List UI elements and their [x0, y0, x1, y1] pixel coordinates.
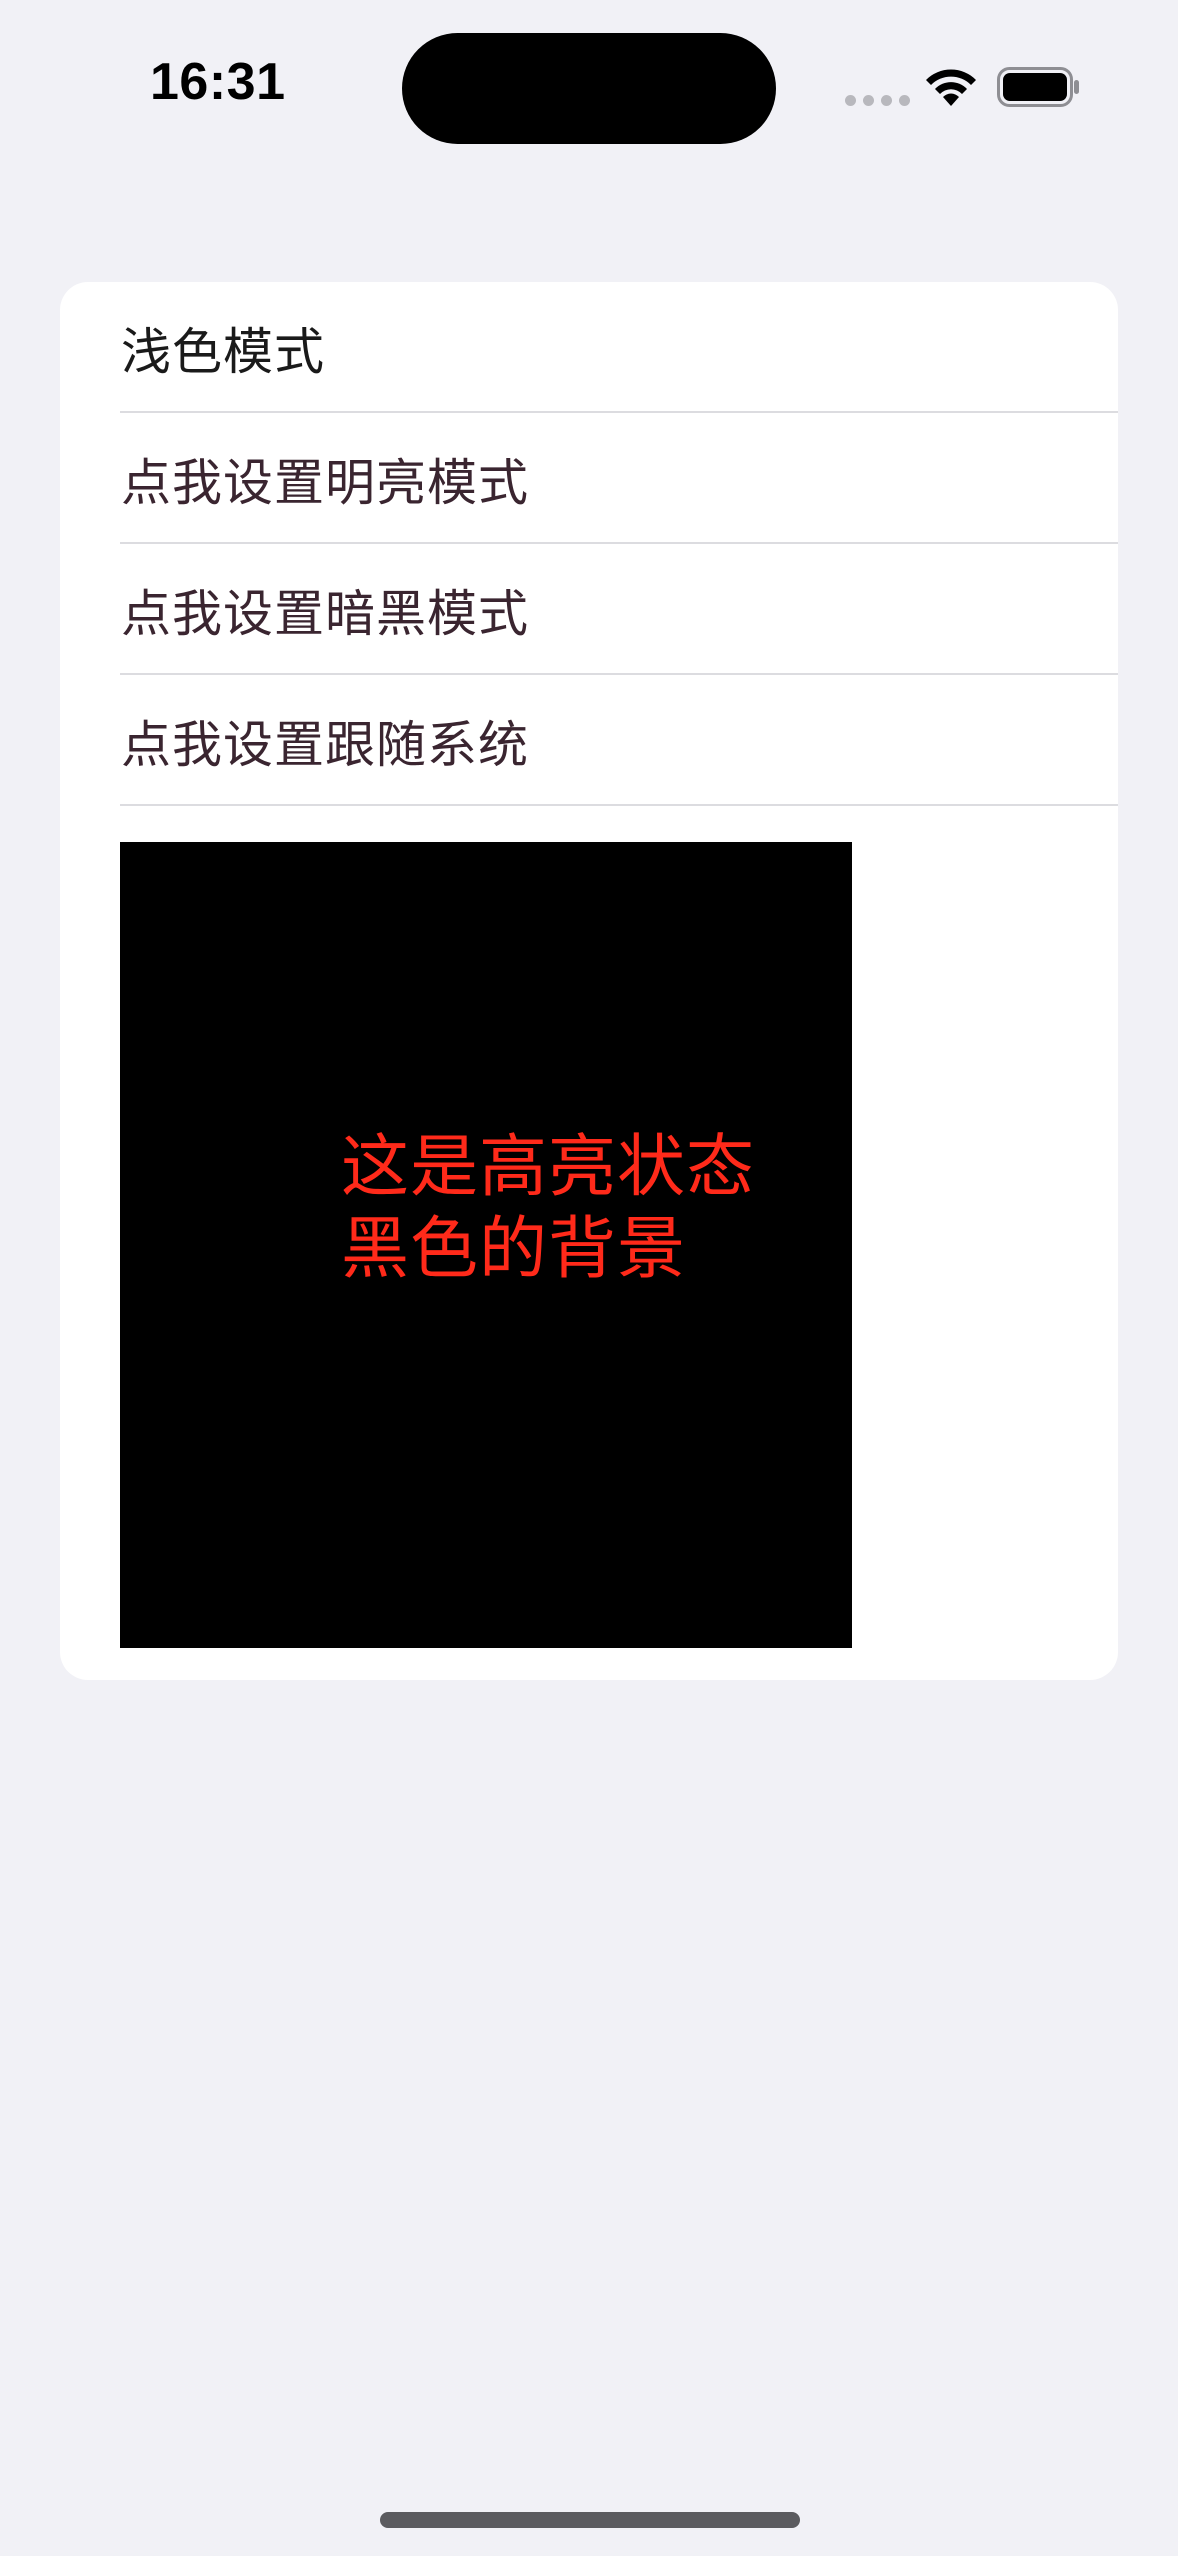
- signal-dots-icon: [845, 95, 910, 106]
- section-header-row: 浅色模式: [60, 282, 1118, 413]
- section-header-label: 浅色模式: [121, 322, 325, 381]
- theme-preview-text: 这是高亮状态 黑色的背景: [341, 1127, 821, 1291]
- follow-system-label: 点我设置跟随系统: [121, 715, 529, 774]
- home-indicator[interactable]: [380, 2512, 800, 2528]
- theme-preview-box: 这是高亮状态 黑色的背景: [120, 842, 852, 1648]
- set-dark-mode-label: 点我设置暗黑模式: [121, 584, 529, 643]
- status-time: 16:31: [150, 53, 286, 111]
- settings-card: 浅色模式 点我设置明亮模式 点我设置暗黑模式 点我设置跟随系统 这是高亮状态 黑…: [60, 282, 1118, 1680]
- follow-system-button[interactable]: 点我设置跟随系统: [60, 675, 1118, 806]
- status-bar: 16:31: [0, 0, 1178, 170]
- set-light-mode-button[interactable]: 点我设置明亮模式: [60, 413, 1118, 544]
- battery-icon: [997, 67, 1079, 107]
- set-dark-mode-button[interactable]: 点我设置暗黑模式: [60, 544, 1118, 675]
- theme-preview-line-1: 这是高亮状态: [341, 1128, 756, 1207]
- wifi-icon: [926, 69, 976, 106]
- dynamic-island: [402, 33, 776, 144]
- theme-preview-line-2: 黑色的背景: [341, 1210, 687, 1289]
- set-light-mode-label: 点我设置明亮模式: [121, 453, 529, 512]
